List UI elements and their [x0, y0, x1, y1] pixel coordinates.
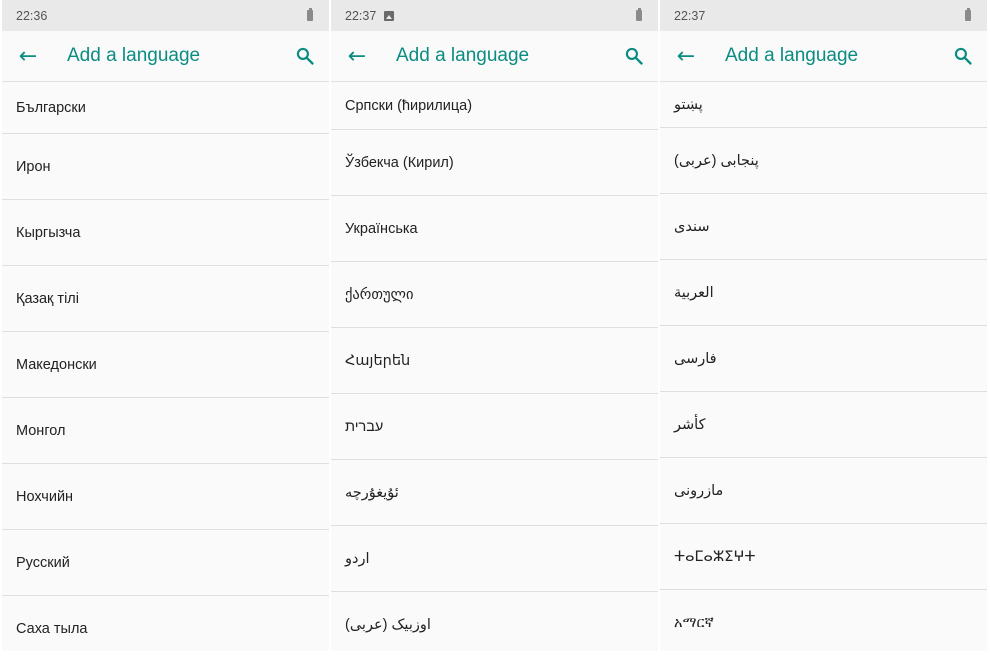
language-item[interactable]: עברית — [331, 394, 658, 460]
language-item[interactable]: Саха тыла — [2, 596, 329, 651]
language-item[interactable]: فارسی — [660, 326, 987, 392]
app-bar: ← Add a language — [2, 31, 329, 82]
language-item[interactable]: مازرونی — [660, 458, 987, 524]
status-time: 22:37 — [345, 8, 377, 23]
page-title: Add a language — [67, 45, 201, 66]
language-item[interactable]: አማርኛ — [660, 590, 987, 651]
language-screen-1: 22:36 ← Add a language Български Ирон Кы… — [2, 0, 329, 651]
language-list: Српски (ћирилица) Ўзбекча (Кирил) Україн… — [331, 82, 658, 651]
app-bar: ← Add a language — [331, 31, 658, 82]
status-time: 22:37 — [674, 8, 706, 23]
page-title: Add a language — [396, 45, 530, 66]
language-item[interactable]: پنجابی (عربی) — [660, 128, 987, 194]
status-time: 22:36 — [16, 8, 48, 23]
language-item[interactable]: Монгол — [2, 398, 329, 464]
language-item[interactable]: Қазақ тілі — [2, 266, 329, 332]
arrow-left-icon: ← — [676, 43, 696, 69]
language-item[interactable]: ⵜⴰⵎⴰⵣⵉⵖⵜ — [660, 524, 987, 590]
page-title: Add a language — [725, 45, 859, 66]
language-item[interactable]: Македонски — [2, 332, 329, 398]
language-item[interactable]: اردو — [331, 526, 658, 592]
app-bar: ← Add a language — [660, 31, 987, 82]
language-item[interactable]: اوزبیک (عربی) — [331, 592, 658, 651]
language-item[interactable]: ქართული — [331, 262, 658, 328]
language-item[interactable]: سندی — [660, 194, 987, 260]
search-icon[interactable] — [953, 46, 973, 66]
arrow-left-icon: ← — [347, 43, 367, 69]
status-bar: 22:36 — [2, 0, 329, 31]
language-item[interactable]: Ўзбекча (Кирил) — [331, 130, 658, 196]
language-screen-2: 22:37 ← Add a language Српски (ћирилица)… — [331, 0, 658, 651]
back-button[interactable]: ← — [331, 31, 383, 82]
language-item[interactable]: العربية — [660, 260, 987, 326]
language-item[interactable]: Кыргызча — [2, 200, 329, 266]
language-item[interactable]: Українська — [331, 196, 658, 262]
language-list: پښتو پنجابی (عربی) سندی العربية فارسی كأ… — [660, 82, 987, 651]
language-item[interactable]: كأشر — [660, 392, 987, 458]
battery-icon — [965, 8, 971, 21]
battery-icon — [307, 8, 313, 21]
search-icon[interactable] — [624, 46, 644, 66]
language-item[interactable]: Ирон — [2, 134, 329, 200]
language-item[interactable]: Нохчийн — [2, 464, 329, 530]
language-item[interactable]: ئۇيغۇرچە — [331, 460, 658, 526]
back-button[interactable]: ← — [2, 31, 54, 82]
language-item[interactable]: Հայերեն — [331, 328, 658, 394]
language-item[interactable]: پښتو — [660, 82, 987, 128]
battery-icon — [636, 8, 642, 21]
language-list: Български Ирон Кыргызча Қазақ тілі Макед… — [2, 82, 329, 651]
language-item[interactable]: Български — [2, 82, 329, 134]
status-bar: 22:37 — [331, 0, 658, 31]
language-item[interactable]: Русский — [2, 530, 329, 596]
status-bar: 22:37 — [660, 0, 987, 31]
search-icon[interactable] — [295, 46, 315, 66]
arrow-left-icon: ← — [18, 43, 38, 69]
back-button[interactable]: ← — [660, 31, 712, 82]
language-item[interactable]: Српски (ћирилица) — [331, 82, 658, 130]
image-notification-icon — [384, 10, 395, 21]
language-screen-3: 22:37 ← Add a language پښتو پنجابی (عربی… — [660, 0, 987, 651]
